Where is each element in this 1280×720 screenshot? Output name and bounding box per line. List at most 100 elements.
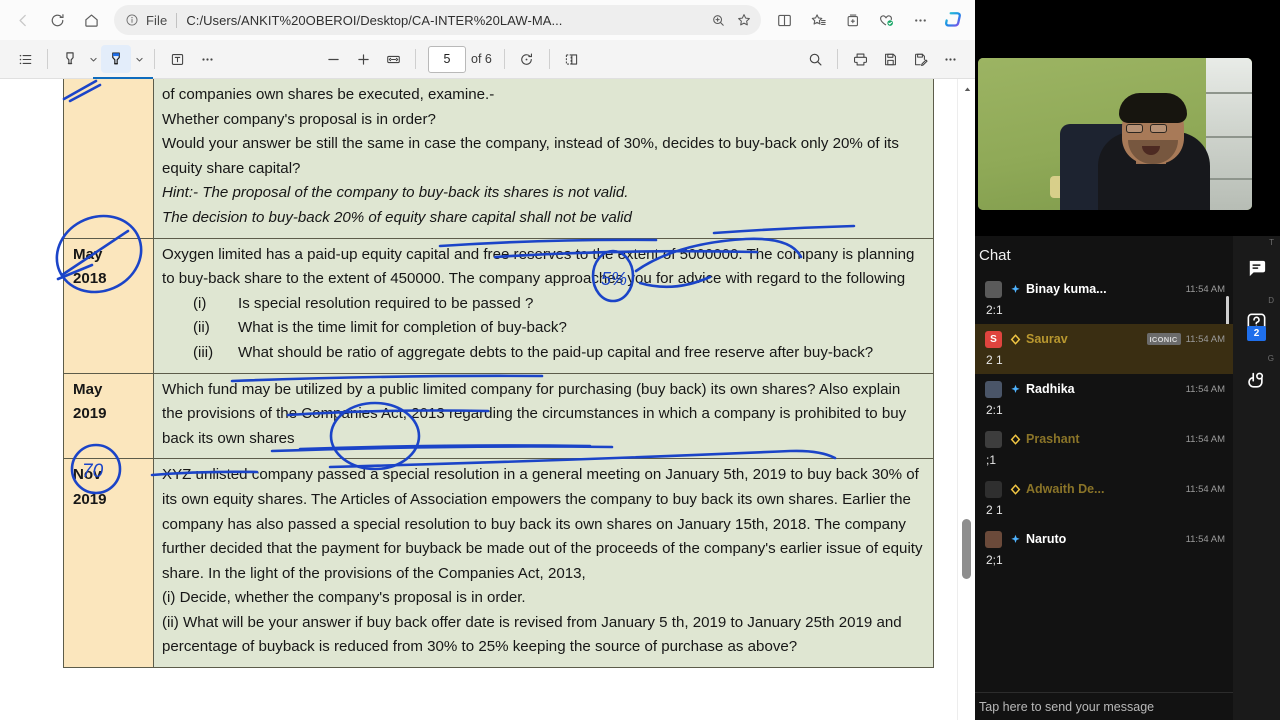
address-separator <box>176 12 178 28</box>
draw-dropdown-caret-icon[interactable] <box>131 45 147 73</box>
more-tools-icon[interactable] <box>192 45 222 73</box>
video-person-glasses-right <box>1150 124 1167 133</box>
zoom-in-button[interactable] <box>348 45 378 73</box>
address-url-text: C:/Users/ANKIT%20OBEROI/Desktop/CA-INTER… <box>186 12 563 28</box>
chat-message[interactable]: Binay kuma... 11:54 AM 2:1 <box>975 274 1233 324</box>
diamond-icon <box>1010 333 1021 345</box>
chat-author-name: Saurav <box>1026 332 1068 346</box>
screen-root: File C:/Users/ANKIT%20OBEROI/Desktop/CA-… <box>0 0 1280 720</box>
row-body-cell: XYZ unlisted company passed a special re… <box>153 458 934 669</box>
save-icon[interactable] <box>875 45 905 73</box>
raise-hand-icon[interactable] <box>1242 366 1271 395</box>
scroll-up-arrow-icon[interactable] <box>958 81 975 97</box>
favorite-star-icon[interactable] <box>731 7 757 33</box>
favorites-list-icon[interactable] <box>801 5 835 35</box>
address-bar[interactable]: File C:/Users/ANKIT%20OBEROI/Desktop/CA-… <box>114 5 761 35</box>
item-text: Is special resolution required to be pas… <box>238 294 534 312</box>
chat-author-name: Prashant <box>1026 432 1080 446</box>
pdf-vertical-scrollbar[interactable] <box>957 79 975 720</box>
pdf-viewer[interactable]: of companies own shares be executed, exa… <box>0 79 975 720</box>
copilot-icon[interactable] <box>939 5 969 35</box>
search-icon[interactable] <box>800 45 830 73</box>
chat-timestamp: 11:54 AM <box>1185 283 1225 295</box>
shelf-line <box>1206 92 1252 94</box>
chat-message[interactable]: Radhika 11:54 AM 2:1 <box>975 374 1233 424</box>
diamond-icon <box>1010 483 1021 495</box>
shelf-line <box>1206 136 1252 138</box>
page-total-label: of 6 <box>471 52 492 66</box>
row-paragraph: Oxygen limited has a paid-up equity capi… <box>162 245 915 288</box>
back-button[interactable] <box>6 5 40 35</box>
chat-message-text: 2 1 <box>986 503 1003 517</box>
home-button[interactable] <box>74 5 108 35</box>
chat-message-text: 2;1 <box>986 553 1003 567</box>
table-row: May 2019 Which fund may be utilized by a… <box>63 372 934 460</box>
zoom-out-button[interactable] <box>318 45 348 73</box>
browser-essentials-icon[interactable] <box>869 5 903 35</box>
item-number: (iii) <box>193 343 214 361</box>
row-paragraph: of companies own shares be executed, exa… <box>162 86 495 103</box>
page-view-icon[interactable] <box>557 45 587 73</box>
page-number-input[interactable]: 5 <box>428 45 466 73</box>
toolbar-divider-4 <box>503 49 505 69</box>
row-date-cell: Nov 2019 <box>63 458 154 669</box>
row-paragraph: Which fund may be utilized by a public l… <box>162 380 907 447</box>
chat-header: Chat <box>975 236 1233 274</box>
chat-message-header: Radhika 11:54 AM <box>985 380 1225 398</box>
add-text-icon[interactable] <box>162 45 192 73</box>
item-text: What is the time limit for completion of… <box>238 319 567 337</box>
chat-title: Chat <box>979 246 1011 264</box>
row-date-cell: May 2019 <box>63 372 154 460</box>
draw-pen-icon[interactable] <box>93 45 153 79</box>
avatar: S <box>985 330 1002 348</box>
highlighter-dropdown-caret-icon[interactable] <box>85 45 101 73</box>
pdf-more-icon[interactable] <box>935 45 965 73</box>
chat-author-name: Naruto <box>1026 532 1067 546</box>
table-of-contents-icon[interactable] <box>10 45 40 73</box>
rotate-icon[interactable] <box>512 45 542 73</box>
browser-window: File C:/Users/ANKIT%20OBEROI/Desktop/CA-… <box>0 0 975 720</box>
toolbar-divider-3 <box>415 49 416 69</box>
table-row: May 2018 Oxygen limited has a paid-up eq… <box>63 237 934 374</box>
row-paragraph: Whether company's proposal is in order? <box>162 110 436 128</box>
save-as-icon[interactable] <box>905 45 935 73</box>
chat-message-list[interactable]: Binay kuma... 11:54 AM 2:1 S Saurav ICON… <box>975 274 1233 694</box>
scrollbar-thumb[interactable] <box>962 519 971 579</box>
chat-message-input[interactable]: Tap here to send your message <box>975 692 1233 720</box>
row-body-cell: of companies own shares be executed, exa… <box>153 79 934 239</box>
sparkle-icon <box>1010 284 1021 295</box>
chat-message[interactable]: S Saurav ICONIC 11:54 AM 2 1 <box>975 324 1233 374</box>
question-bank-table: of companies own shares be executed, exa… <box>63 79 934 669</box>
collections-add-icon[interactable] <box>835 5 869 35</box>
print-icon[interactable] <box>845 45 875 73</box>
row-date-line: 2019 <box>73 490 107 508</box>
zoom-in-icon[interactable] <box>705 7 731 33</box>
table-row: of companies own shares be executed, exa… <box>63 79 934 239</box>
chat-message-header: S Saurav ICONIC 11:54 AM <box>985 330 1225 348</box>
instructor-video-feed[interactable] <box>978 58 1252 210</box>
split-screen-icon[interactable] <box>767 5 801 35</box>
doubt-count-badge: 2 <box>1247 326 1266 341</box>
avatar <box>985 480 1002 498</box>
highlighter-icon[interactable] <box>55 45 85 73</box>
video-shelf <box>1206 58 1252 210</box>
fit-to-width-icon[interactable] <box>378 45 408 73</box>
sparkle-icon <box>1010 534 1021 545</box>
browser-action-icons <box>767 5 969 35</box>
row-body-cell: Oxygen limited has a paid-up equity capi… <box>153 237 934 374</box>
chat-timestamp: 11:54 AM <box>1185 383 1225 395</box>
row-date-line: 2019 <box>73 404 107 422</box>
chat-author-name: Adwaith De... <box>1026 482 1105 496</box>
refresh-button[interactable] <box>40 5 74 35</box>
chat-message[interactable]: Naruto 11:54 AM 2;1 <box>975 524 1233 574</box>
chat-bubble-icon[interactable] <box>1242 254 1271 283</box>
chat-message[interactable]: Adwaith De... 11:54 AM 2 1 <box>975 474 1233 524</box>
chat-message[interactable]: Prashant 11:54 AM ;1 <box>975 424 1233 474</box>
avatar <box>985 530 1002 548</box>
avatar <box>985 280 1002 298</box>
video-person-hair <box>1119 93 1187 123</box>
chat-input-placeholder: Tap here to send your message <box>979 699 1155 714</box>
browser-more-icon[interactable] <box>903 5 937 35</box>
row-paragraph: XYZ unlisted company passed a special re… <box>162 466 923 582</box>
row-body-cell: Which fund may be utilized by a public l… <box>153 372 934 460</box>
